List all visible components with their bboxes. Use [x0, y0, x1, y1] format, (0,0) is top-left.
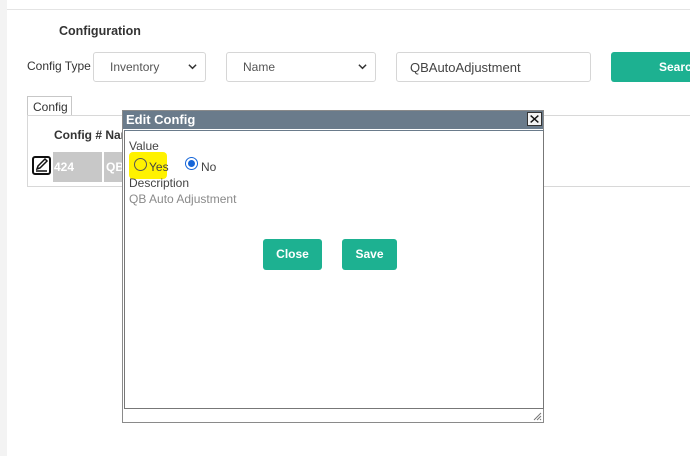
grid-left-border: [27, 115, 28, 187]
chevron-down-icon: [188, 64, 197, 70]
description-value: QB Auto Adjustment: [129, 192, 237, 206]
dialog-titlebar[interactable]: Edit Config: [123, 111, 543, 129]
grid-cell-config-id: 424: [53, 152, 102, 182]
page: Configuration Config Type Inventory Name…: [0, 0, 690, 456]
search-field-value: Name: [243, 60, 276, 74]
search-button[interactable]: Search: [611, 52, 690, 82]
search-field-select[interactable]: Name: [226, 52, 376, 82]
search-input[interactable]: QBAutoAdjustment: [396, 52, 591, 82]
tab-config[interactable]: Config: [27, 96, 72, 116]
description-label: Description: [129, 176, 190, 190]
page-title: Configuration: [59, 24, 141, 38]
close-icon[interactable]: [527, 112, 542, 126]
config-type-label: Config Type: [27, 59, 91, 73]
config-type-value: Inventory: [110, 60, 160, 74]
radio-yes-label[interactable]: Yes: [149, 160, 169, 174]
radio-no[interactable]: [185, 157, 198, 170]
edit-icon[interactable]: [32, 155, 51, 175]
dialog-body: Value Yes No Description QB Auto Adjustm…: [124, 130, 544, 409]
resize-grip-icon[interactable]: [532, 411, 542, 421]
config-type-select[interactable]: Inventory: [93, 52, 206, 82]
left-strip: [0, 0, 7, 456]
edit-config-dialog: Edit Config Value Yes No Description QB …: [122, 110, 544, 423]
top-divider: [7, 9, 690, 10]
chevron-down-icon: [358, 64, 367, 70]
radio-yes[interactable]: [134, 158, 147, 171]
value-label: Value: [129, 139, 159, 153]
dialog-title: Edit Config: [126, 112, 196, 127]
save-button[interactable]: Save: [342, 239, 397, 270]
close-button[interactable]: Close: [263, 239, 322, 270]
radio-no-label[interactable]: No: [201, 160, 216, 174]
